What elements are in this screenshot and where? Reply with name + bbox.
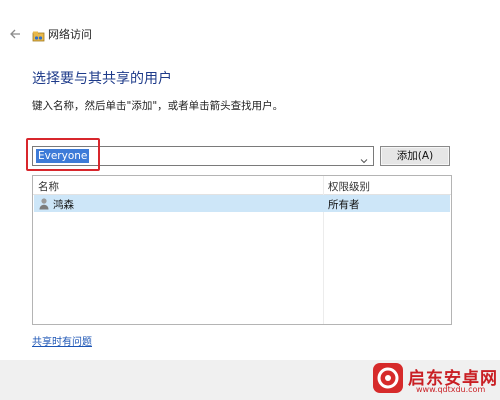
watermark-logo-icon xyxy=(372,362,404,394)
table-row[interactable]: 鸿森 所有者 xyxy=(34,195,450,212)
annotation-highlight-box xyxy=(26,138,100,171)
row-permission-level[interactable]: 所有者 xyxy=(328,197,360,212)
column-header-name[interactable]: 名称 xyxy=(38,179,59,194)
column-header-permission[interactable]: 权限级别 xyxy=(328,179,370,194)
add-button[interactable]: 添加(A) xyxy=(380,146,450,166)
chevron-down-icon[interactable] xyxy=(359,151,369,164)
table-header: 名称 权限级别 xyxy=(33,176,451,195)
sharing-trouble-link[interactable]: 共享时有问题 xyxy=(32,333,92,348)
window-title: 网络访问 xyxy=(48,28,92,41)
user-icon xyxy=(38,197,50,210)
instruction-text: 键入名称，然后单击"添加"，或者单击箭头查找用户。 xyxy=(32,100,284,112)
network-share-icon xyxy=(32,28,45,42)
row-user-name: 鸿森 xyxy=(53,199,74,211)
user-permissions-table: 名称 权限级别 鸿森 所有者 xyxy=(32,175,452,325)
watermark-url: www.qdtxdu.com xyxy=(416,385,486,394)
page-heading: 选择要与其共享的用户 xyxy=(32,71,172,87)
back-arrow-icon[interactable] xyxy=(8,27,22,41)
